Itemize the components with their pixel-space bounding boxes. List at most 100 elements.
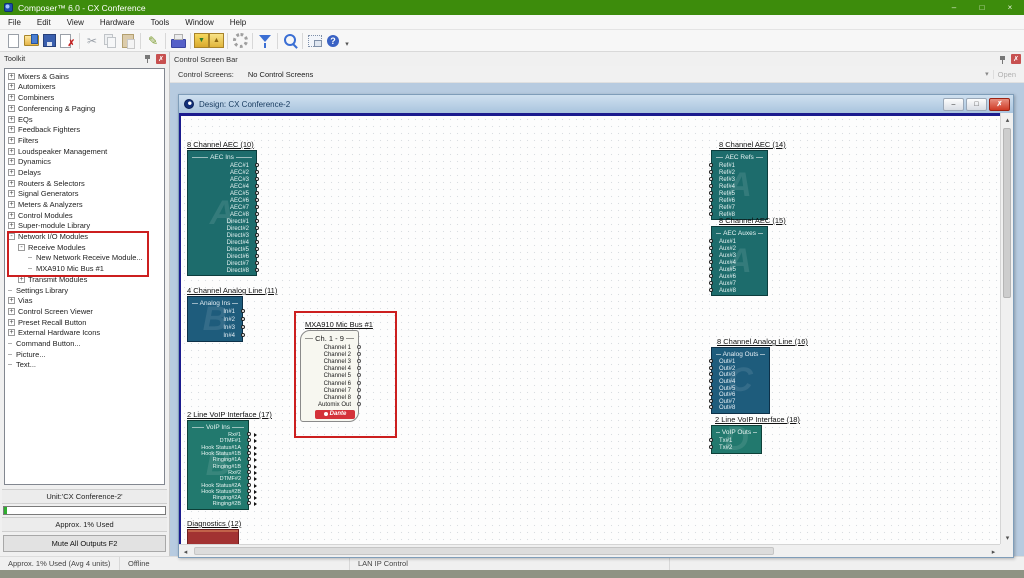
port-node[interactable] bbox=[709, 399, 713, 403]
tree-item-combiners[interactable]: +Combiners bbox=[5, 92, 164, 103]
port-node[interactable] bbox=[255, 240, 259, 244]
module-analog-ins-11[interactable]: 4 Channel Analog Line (11)BAnalog InsIn#… bbox=[187, 286, 277, 342]
pull-hardware-icon[interactable] bbox=[194, 33, 209, 48]
port-node[interactable] bbox=[709, 379, 713, 383]
port-node[interactable] bbox=[255, 184, 259, 188]
port-node[interactable] bbox=[357, 345, 361, 349]
horizontal-scroll-thumb[interactable] bbox=[194, 547, 774, 555]
module-block[interactable]: BVoIP InsRx#1DTMF#1Hook Status#1AHook St… bbox=[187, 420, 249, 510]
tree-item-settings-library[interactable]: Settings Library bbox=[5, 285, 164, 296]
module-voip-ins-17[interactable]: 2 Line VoIP Interface (17)BVoIP InsRx#1D… bbox=[187, 410, 272, 510]
port-node[interactable] bbox=[709, 274, 713, 278]
port-node[interactable] bbox=[709, 170, 713, 174]
copy-icon[interactable] bbox=[101, 32, 119, 50]
port-node[interactable] bbox=[247, 470, 251, 474]
tree-item-transmit-modules[interactable]: +Transmit Modules bbox=[5, 274, 164, 285]
expand-icon[interactable]: + bbox=[8, 222, 15, 229]
port-node[interactable] bbox=[255, 261, 259, 265]
port-node[interactable] bbox=[255, 254, 259, 258]
port-node[interactable] bbox=[255, 268, 259, 272]
tree-item-mxa910-mic-bus-1[interactable]: MXA910 Mic Bus #1 bbox=[5, 263, 164, 274]
maximize-button[interactable]: □ bbox=[968, 0, 996, 15]
tree-item-receive-modules[interactable]: -Receive Modules bbox=[5, 242, 164, 253]
module-aec-ins-10[interactable]: 8 Channel AEC (10)AAEC InsAEC#1AEC#2AEC#… bbox=[187, 140, 257, 276]
tree-item-eqs[interactable]: +EQs bbox=[5, 114, 164, 125]
open-button[interactable]: Open bbox=[993, 70, 1020, 79]
port-node[interactable] bbox=[357, 352, 361, 356]
collapse-icon[interactable]: - bbox=[8, 233, 15, 240]
port-node[interactable] bbox=[709, 445, 713, 449]
module-block[interactable]: AAEC RefsRef#1Ref#2Ref#3Ref#4Ref#5Ref#6R… bbox=[711, 150, 768, 220]
port-node[interactable] bbox=[357, 395, 361, 399]
go-online-icon[interactable] bbox=[231, 32, 249, 50]
open-file-icon[interactable] bbox=[22, 32, 40, 50]
minimize-button[interactable]: – bbox=[940, 0, 968, 15]
port-node[interactable] bbox=[247, 457, 251, 461]
scroll-right-icon[interactable]: ▸ bbox=[987, 545, 1000, 558]
port-node[interactable] bbox=[255, 205, 259, 209]
port-node[interactable] bbox=[241, 309, 245, 313]
expand-icon[interactable]: + bbox=[8, 180, 15, 187]
module-block[interactable]: DVoIP OutsTx#1Tx#2 bbox=[711, 425, 762, 454]
design-minimize-button[interactable]: – bbox=[943, 98, 964, 111]
port-node[interactable] bbox=[709, 205, 713, 209]
port-node[interactable] bbox=[709, 372, 713, 376]
module-block[interactable]: AAEC AuxesAux#1Aux#2Aux#3Aux#4Aux#5Aux#6… bbox=[711, 226, 768, 296]
port-node[interactable] bbox=[255, 247, 259, 251]
port-node[interactable] bbox=[241, 317, 245, 321]
tree-item-picture[interactable]: Picture... bbox=[5, 349, 164, 360]
expand-icon[interactable]: + bbox=[8, 73, 15, 80]
pin-icon[interactable] bbox=[144, 54, 152, 63]
port-node[interactable] bbox=[709, 239, 713, 243]
port-node[interactable] bbox=[357, 359, 361, 363]
expand-icon[interactable]: + bbox=[8, 190, 15, 197]
scroll-down-icon[interactable]: ▾ bbox=[1001, 531, 1014, 544]
tree-item-dynamics[interactable]: +Dynamics bbox=[5, 156, 164, 167]
port-node[interactable] bbox=[709, 198, 713, 202]
tree-item-feedback-fighters[interactable]: +Feedback Fighters bbox=[5, 124, 164, 135]
edit-icon[interactable] bbox=[144, 32, 162, 50]
port-node[interactable] bbox=[241, 325, 245, 329]
port-node[interactable] bbox=[255, 226, 259, 230]
expand-icon[interactable]: + bbox=[8, 297, 15, 304]
port-node[interactable] bbox=[247, 476, 251, 480]
tree-item-preset-recall-button[interactable]: +Preset Recall Button bbox=[5, 317, 164, 328]
collapse-icon[interactable]: - bbox=[18, 244, 25, 251]
horizontal-scrollbar[interactable]: ◂ ▸ bbox=[179, 544, 1000, 557]
zoom-tool-icon[interactable] bbox=[281, 32, 299, 50]
port-node[interactable] bbox=[247, 438, 251, 442]
port-node[interactable] bbox=[357, 381, 361, 385]
port-node[interactable] bbox=[709, 267, 713, 271]
module-block[interactable]: AAEC InsAEC#1AEC#2AEC#3AEC#4AEC#5AEC#6AE… bbox=[187, 150, 257, 276]
port-node[interactable] bbox=[247, 483, 251, 487]
port-node[interactable] bbox=[709, 366, 713, 370]
tree-item-conferencing-paging[interactable]: +Conferencing & Paging bbox=[5, 103, 164, 114]
port-node[interactable] bbox=[241, 333, 245, 337]
save-icon[interactable] bbox=[40, 32, 58, 50]
menu-item-hardware[interactable]: Hardware bbox=[92, 15, 143, 29]
filter-icon[interactable] bbox=[256, 32, 274, 50]
expand-icon[interactable]: + bbox=[18, 276, 25, 283]
expand-icon[interactable]: + bbox=[8, 319, 15, 326]
expand-icon[interactable]: + bbox=[8, 137, 15, 144]
expand-icon[interactable]: + bbox=[8, 201, 15, 208]
module-analog-outs-16[interactable]: 8 Channel Analog Line (16)CAnalog OutsOu… bbox=[711, 337, 808, 414]
port-node[interactable] bbox=[709, 438, 713, 442]
tree-item-signal-generators[interactable]: +Signal Generators bbox=[5, 188, 164, 199]
cut-icon[interactable] bbox=[83, 32, 101, 50]
tree-item-loudspeaker-management[interactable]: +Loudspeaker Management bbox=[5, 146, 164, 157]
port-node[interactable] bbox=[709, 184, 713, 188]
port-node[interactable] bbox=[247, 432, 251, 436]
port-node[interactable] bbox=[247, 495, 251, 499]
design-close-button[interactable]: ✗ bbox=[989, 98, 1010, 111]
close-file-icon[interactable] bbox=[58, 32, 76, 50]
port-node[interactable] bbox=[247, 445, 251, 449]
tree-item-meters-analyzers[interactable]: +Meters & Analyzers bbox=[5, 199, 164, 210]
port-node[interactable] bbox=[709, 246, 713, 250]
port-node[interactable] bbox=[247, 464, 251, 468]
menu-item-window[interactable]: Window bbox=[177, 15, 221, 29]
control-screens-icon[interactable] bbox=[306, 32, 324, 50]
port-node[interactable] bbox=[709, 212, 713, 216]
port-node[interactable] bbox=[709, 163, 713, 167]
tree-item-new-network-receive-module[interactable]: New Network Receive Module... bbox=[5, 253, 164, 264]
